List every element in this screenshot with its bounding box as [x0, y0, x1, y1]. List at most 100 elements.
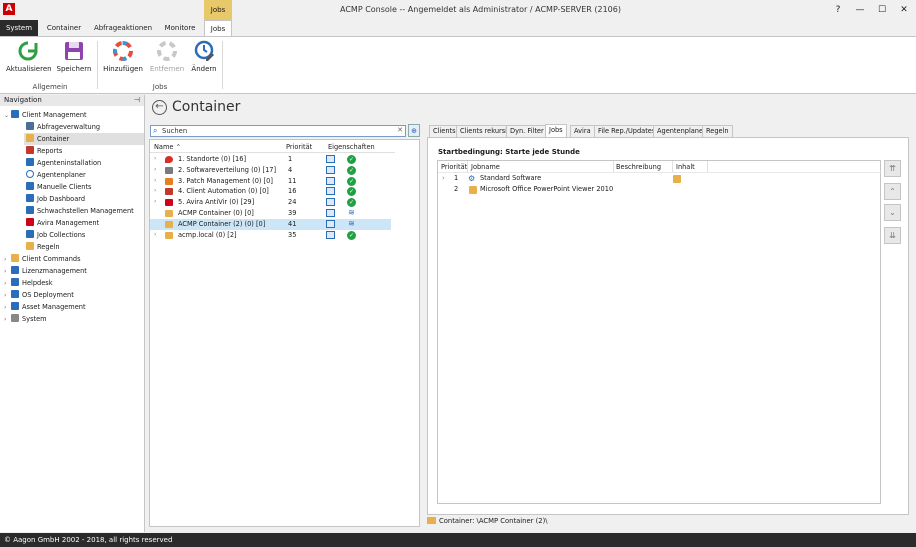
chevron-right-icon[interactable]: › — [154, 197, 156, 208]
nav-item-job-dashboard[interactable]: Job Dashboard — [26, 193, 142, 205]
clients-icon — [326, 187, 335, 196]
avira-icon — [165, 199, 173, 207]
nav-item-system[interactable]: › System — [4, 313, 142, 325]
system-icon — [11, 314, 19, 322]
puzzle-icon — [469, 186, 477, 194]
refresh-button[interactable]: Aktualisieren — [6, 40, 52, 73]
nav-item-reports[interactable]: Reports — [26, 145, 142, 157]
client-management-icon — [11, 110, 19, 118]
tab-file-rep-updates[interactable]: File Rep./Updates — [594, 125, 660, 137]
move-down-button[interactable]: ⌄ — [884, 204, 901, 221]
chevron-right-icon[interactable]: › — [154, 186, 156, 197]
chevron-right-icon[interactable]: › — [154, 230, 156, 241]
nav-item-avira-management[interactable]: Avira Management — [26, 217, 142, 229]
remove-job-button[interactable]: Entfernen — [147, 40, 187, 73]
job-row[interactable]: › 1 ⚙ Standard Software — [438, 173, 882, 184]
nav-item-container[interactable]: Container — [24, 133, 144, 145]
client-commands-icon — [11, 254, 19, 262]
close-button[interactable]: ✕ — [896, 3, 912, 17]
column-header-name[interactable]: Name ⌃ — [154, 143, 181, 151]
chevron-right-icon[interactable]: › — [154, 165, 156, 176]
nav-item-agenteninstallation[interactable]: Agenteninstallation — [26, 157, 142, 169]
tab-jobs[interactable]: Jobs — [204, 20, 232, 36]
nav-item-asset-management[interactable]: › Asset Management — [4, 301, 142, 313]
chevron-right-icon[interactable]: › — [442, 173, 445, 184]
chevron-right-icon[interactable]: › — [4, 314, 11, 326]
check-icon: ✓ — [347, 165, 356, 175]
job-row[interactable]: 2 Microsoft Office PowerPoint Viewer 201… — [438, 184, 882, 195]
tab-clients[interactable]: Clients — [429, 125, 460, 137]
double-chevron-up-icon: ⇈ — [889, 164, 896, 173]
column-header-content[interactable]: Inhalt — [676, 163, 695, 171]
chevron-right-icon[interactable]: › — [154, 176, 156, 187]
nav-item-client-management[interactable]: ⌄ Client Management — [4, 109, 142, 121]
column-header-priority[interactable]: Priorität — [441, 163, 467, 171]
minimize-button[interactable]: — — [852, 3, 868, 17]
gear-icon: ⚙ — [468, 174, 476, 183]
window-title: ACMP Console -- Angemeldet als Administr… — [340, 5, 621, 14]
chevron-up-icon: ⌃ — [889, 187, 896, 196]
nav-item-agentenplaner[interactable]: Agentenplaner — [26, 169, 142, 181]
clear-search-icon[interactable]: ✕ — [397, 126, 403, 134]
column-header-properties[interactable]: Eigenschaften — [328, 143, 375, 151]
column-header-jobname[interactable]: Jobname — [471, 163, 500, 171]
tab-system[interactable]: System — [0, 20, 38, 36]
nav-item-job-collections[interactable]: Job Collections — [26, 229, 142, 241]
nav-item-regeln[interactable]: Regeln — [26, 241, 142, 253]
tab-regeln[interactable]: Regeln — [702, 125, 733, 137]
edit-job-button[interactable]: Ändern — [188, 40, 220, 73]
tab-jobs[interactable]: Jobs — [545, 124, 567, 138]
tab-abfrageaktionen[interactable]: Abfrageaktionen — [90, 20, 156, 36]
wifi-icon: ≋ — [348, 208, 355, 217]
folder-icon — [165, 210, 173, 217]
tree-row[interactable]: › 3. Patch Management (0) [0] 11 ✓ — [150, 176, 391, 187]
status-bar: © Aagon GmbH 2002 - 2018, all rights res… — [0, 533, 916, 547]
nav-item-manuelle-clients[interactable]: Manuelle Clients — [26, 181, 142, 193]
nav-item-helpdesk[interactable]: › Helpdesk — [4, 277, 142, 289]
add-job-button[interactable]: Hinzufügen — [102, 40, 144, 73]
start-condition: Startbedingung: Starte jede Stunde — [438, 148, 580, 156]
nav-item-os-deployment[interactable]: › OS Deployment — [4, 289, 142, 301]
tab-dyn-filter[interactable]: Dyn. Filter — [506, 125, 548, 137]
tree-row[interactable]: › 1. Standorte (0) [16] 1 ✓ — [150, 154, 391, 165]
os-deployment-icon — [11, 290, 19, 298]
tab-container[interactable]: Container — [41, 20, 87, 36]
search-options-button[interactable]: ⊕ — [408, 124, 420, 137]
tree-row-selected[interactable]: ACMP Container (2) (0) [0] 41 ≋ — [150, 218, 391, 230]
tree-row[interactable]: › acmp.local (0) [2] 35 ✓ — [150, 230, 391, 241]
refresh-label: Aktualisieren — [6, 65, 52, 73]
puzzle-icon — [673, 175, 681, 183]
tree-row[interactable]: ACMP Container (0) [0] 39 ≋ — [150, 208, 391, 219]
back-button[interactable]: ← — [152, 100, 167, 115]
tab-monitore[interactable]: Monitore — [158, 20, 202, 36]
vulnerability-icon — [26, 206, 34, 214]
nav-item-lizenzmanagement[interactable]: › Lizenzmanagement — [4, 265, 142, 277]
folder-icon — [427, 517, 436, 524]
save-label: Speichern — [56, 65, 92, 73]
move-bottom-button[interactable]: ⇊ — [884, 227, 901, 244]
tree-row[interactable]: › 4. Client Automation (0) [0] 16 ✓ — [150, 186, 391, 197]
tree-row[interactable]: › 5. Avira AntiVir (0) [29] 24 ✓ — [150, 197, 391, 208]
nav-item-schwachstellen-management[interactable]: Schwachstellen Management — [26, 205, 142, 217]
check-icon: ✓ — [347, 176, 356, 186]
asset-icon — [11, 302, 19, 310]
chevron-right-icon[interactable]: › — [154, 154, 156, 165]
pin-icon[interactable]: ⊣ — [134, 95, 140, 106]
move-up-button[interactable]: ⌃ — [884, 183, 901, 200]
nav-item-client-commands[interactable]: › Client Commands — [4, 253, 142, 265]
maximize-button[interactable]: ☐ — [874, 3, 890, 17]
folder-icon — [165, 220, 173, 228]
helpdesk-icon — [11, 278, 19, 286]
tab-avira[interactable]: Avira — [570, 125, 595, 137]
column-header-priority[interactable]: Priorität — [286, 143, 312, 151]
arrow-left-icon: ← — [155, 101, 164, 112]
page-title: Container — [172, 99, 241, 115]
help-button[interactable]: ? — [830, 3, 846, 17]
save-button[interactable]: Speichern — [54, 40, 94, 73]
move-top-button[interactable]: ⇈ — [884, 160, 901, 177]
nav-item-abfrageverwaltung[interactable]: Abfrageverwaltung — [26, 121, 142, 133]
column-header-description[interactable]: Beschreibung — [616, 163, 661, 171]
chevron-down-icon[interactable]: ⌄ — [4, 110, 11, 122]
tree-row[interactable]: › 2. Softwareverteilung (0) [17] 4 ✓ — [150, 165, 391, 176]
search-input[interactable]: ⌕ Suchen ✕ — [150, 125, 406, 137]
